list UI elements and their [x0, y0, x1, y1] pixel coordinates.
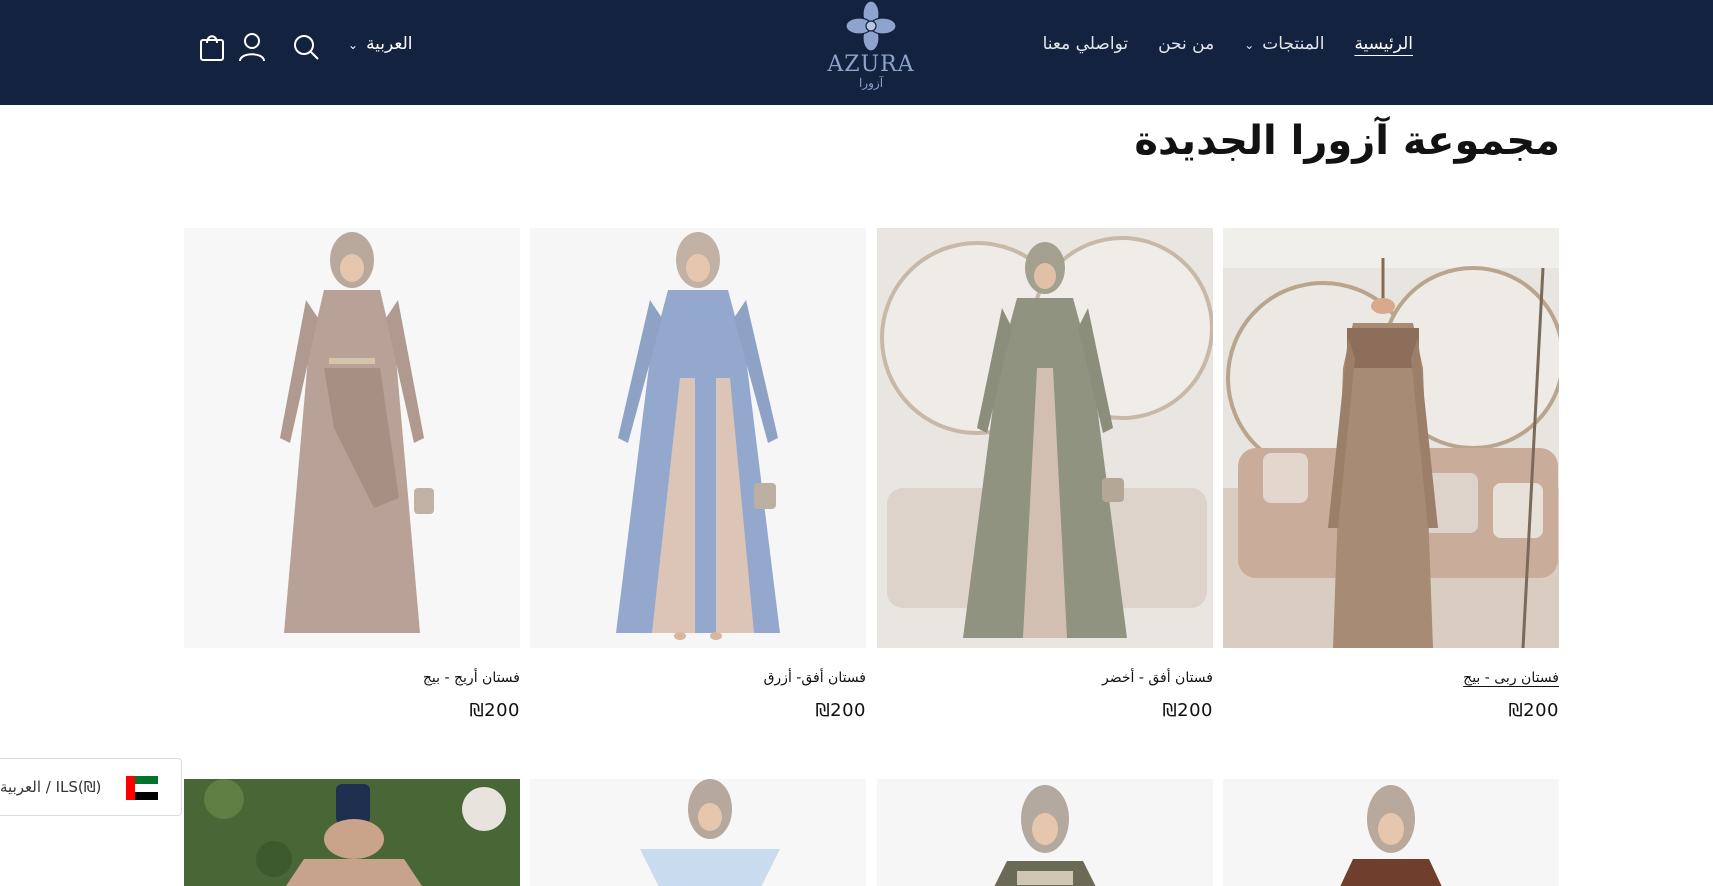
product-title[interactable]: فستان أريج - بيج: [184, 670, 520, 686]
nav-contact[interactable]: تواصلي معنا: [1043, 34, 1129, 54]
product-image[interactable]: [877, 228, 1213, 648]
nav-home[interactable]: الرئيسية: [1354, 34, 1413, 54]
logo-flower-icon: [845, 0, 897, 52]
product-title[interactable]: فستان أفق- أزرق: [530, 670, 866, 686]
language-label: العربية: [366, 34, 413, 54]
product-image[interactable]: [530, 228, 866, 648]
nav-products[interactable]: المنتجات ⌄: [1244, 34, 1324, 54]
chevron-down-icon: ⌄: [1244, 38, 1255, 52]
logo-wordmark: AZURA: [827, 52, 915, 77]
product-image[interactable]: [1223, 228, 1559, 648]
product-title[interactable]: فستان أفق - أخضر: [877, 670, 1213, 686]
uae-flag-icon: [126, 776, 158, 800]
product-image[interactable]: [530, 779, 866, 886]
product-title[interactable]: فستان ربى - بيج: [1223, 670, 1559, 686]
site-header: الرئيسية المنتجات ⌄ من نحن تواصلي معنا AZ…: [0, 0, 1713, 105]
product-card[interactable]: فستان أفق - أخضر ₪200: [877, 228, 1213, 721]
product-price: ₪200: [815, 700, 866, 721]
nav-products-label: المنتجات: [1262, 34, 1325, 54]
search-icon[interactable]: [292, 33, 320, 65]
product-card[interactable]: [1223, 779, 1559, 886]
logo-subtext: آزورا: [858, 76, 884, 90]
site-logo[interactable]: AZURA آزورا: [823, 0, 919, 100]
product-card[interactable]: [184, 779, 520, 886]
product-card[interactable]: فستان ربى - بيج ₪200: [1223, 228, 1559, 721]
cart-icon[interactable]: [198, 32, 226, 66]
chevron-down-icon: ⌄: [348, 38, 359, 52]
account-icon[interactable]: [238, 32, 266, 66]
product-image[interactable]: [877, 779, 1213, 886]
product-image[interactable]: [1223, 779, 1559, 886]
product-price: ₪200: [1162, 700, 1213, 721]
product-price: ₪200: [1508, 700, 1559, 721]
product-image[interactable]: [184, 228, 520, 648]
product-image[interactable]: [184, 779, 520, 886]
product-price: ₪200: [469, 700, 520, 721]
currency-selector[interactable]: العربية / ILS(₪): [0, 758, 182, 816]
main-nav: الرئيسية المنتجات ⌄ من نحن تواصلي معنا: [1043, 34, 1413, 54]
product-card[interactable]: [530, 779, 866, 886]
product-card[interactable]: فستان أريج - بيج ₪200: [184, 228, 520, 721]
product-card[interactable]: فستان أفق- أزرق ₪200: [530, 228, 866, 721]
language-selector[interactable]: العربية ⌄: [348, 34, 413, 54]
product-card[interactable]: [877, 779, 1213, 886]
nav-about[interactable]: من نحن: [1158, 34, 1214, 54]
collection-title: مجموعة آزورا الجديدة: [1134, 118, 1560, 164]
currency-label: العربية / ILS(₪): [0, 778, 102, 796]
